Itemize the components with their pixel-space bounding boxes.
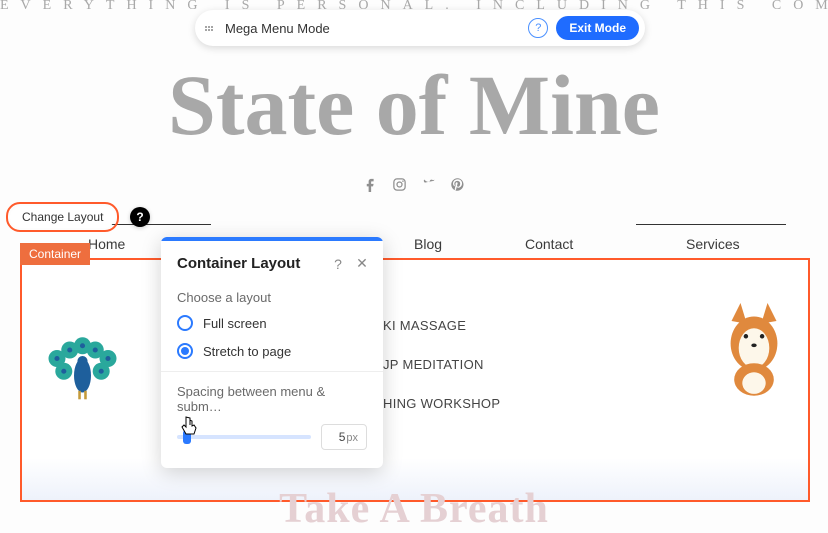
change-layout-highlight: Change Layout [6,202,119,232]
popover-help-icon[interactable]: ? [331,256,345,272]
popover-title: Container Layout [177,255,321,272]
spacing-value-input[interactable]: 5px [321,424,367,450]
twitter-icon[interactable] [421,177,436,197]
nav-item-contact[interactable]: Contact [525,236,573,252]
spacing-value: 5 [339,430,346,444]
radio-icon [177,343,193,359]
radio-full-screen[interactable]: Full screen [177,315,367,331]
section-heading: Take A Breath [0,485,828,533]
nav-item-services[interactable]: Services [686,236,740,252]
radio-label: Full screen [203,316,267,331]
radio-label: Stretch to page [203,344,291,359]
drag-handle-icon[interactable] [205,21,215,35]
mode-bar: Mega Menu Mode ? Exit Mode [195,10,645,46]
help-dark-icon[interactable]: ? [130,207,150,227]
peacock-illustration [40,332,125,402]
close-icon[interactable]: ✕ [355,255,369,272]
radio-stretch-to-page[interactable]: Stretch to page [177,343,367,359]
cursor-pointer-icon [180,416,198,441]
submenu-item[interactable]: JP MEDITATION [383,357,500,372]
mode-bar-label: Mega Menu Mode [225,21,528,36]
layout-section-label: Choose a layout [177,290,367,305]
submenu-list: KI MASSAGE JP MEDITATION HING WORKSHOP [383,318,500,435]
spacing-unit: px [346,432,358,444]
nav-item-blog[interactable]: Blog [414,236,442,252]
submenu-item[interactable]: KI MASSAGE [383,318,500,333]
social-icons-row [0,177,828,197]
change-layout-button[interactable]: Change Layout [10,206,115,228]
help-icon[interactable]: ? [528,18,548,38]
container-badge: Container [20,243,90,265]
nav-active-underline [636,224,786,225]
pinterest-icon[interactable] [450,177,465,197]
divider [161,371,383,372]
spacing-section-label: Spacing between menu & subm… [177,384,367,414]
exit-mode-button[interactable]: Exit Mode [556,16,639,40]
fox-illustration [718,298,790,398]
submenu-item[interactable]: HING WORKSHOP [383,396,500,411]
instagram-icon[interactable] [392,177,407,197]
facebook-icon[interactable] [363,177,378,197]
site-title: State of Mine [0,55,828,155]
radio-icon [177,315,193,331]
nav-item-home[interactable]: Home [88,236,125,252]
